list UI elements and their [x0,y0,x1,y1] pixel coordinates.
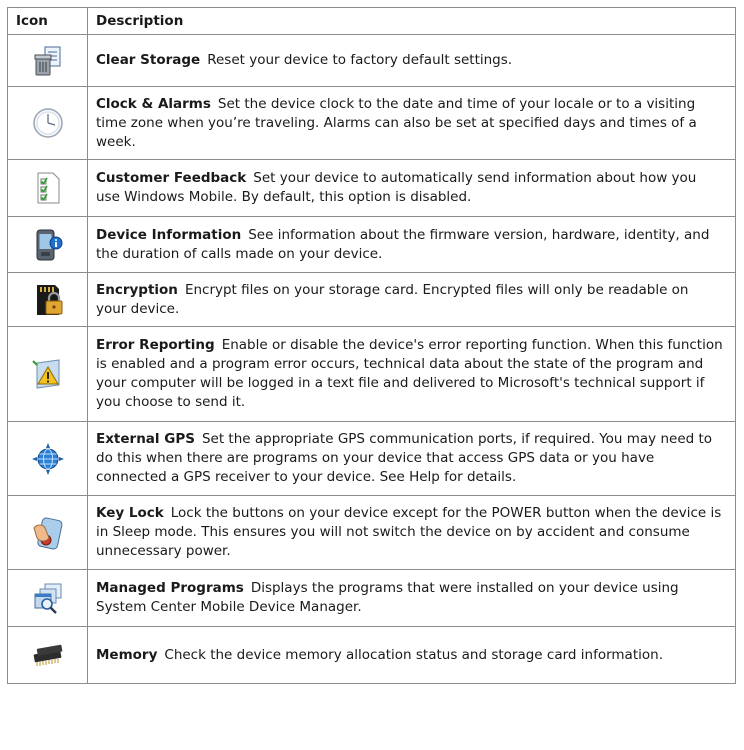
settings-table: Icon Description Clear Storage Reset you… [7,7,736,684]
table-row: Key Lock Lock the buttons on your device … [7,495,736,570]
row-title: Key Lock [96,505,164,521]
managed-programs-icon [31,581,65,615]
table-row: External GPS Set the appropriate GPS comm… [7,421,736,496]
row-title: Device Information [96,226,242,243]
row-description: Reset your device to factory default set… [207,52,513,68]
table-row: Managed Programs Displays the programs th… [7,569,736,627]
external-gps-icon [31,442,65,476]
row-description: Lock the buttons on your device except f… [96,505,722,559]
table-row: Customer Feedback Set your device to auto… [7,159,736,217]
table-header-row: Icon Description [7,7,736,35]
description-column-header: Description [87,7,736,35]
row-title: Memory [96,646,158,663]
icon-column-header: Icon [7,7,88,35]
row-title: Managed Programs [96,580,244,596]
table-row: Error Reporting Enable or disable the dev… [7,326,736,422]
encryption-icon [31,283,65,317]
customer-feedback-icon [31,171,65,205]
row-title: Clock & Alarms [96,95,211,112]
error-reporting-icon [31,357,65,391]
table-row: Device Information See information about … [7,216,736,273]
table-row: Clock & Alarms Set the device clock to th… [7,86,736,160]
clock-icon [31,106,65,140]
row-title: Encryption [96,281,178,298]
row-title: Customer Feedback [96,170,247,186]
memory-icon [31,638,65,672]
key-lock-icon [31,516,65,550]
device-information-icon [31,228,65,262]
row-description: Encrypt files on your storage card. Encr… [96,281,689,317]
row-title: External GPS [96,431,195,447]
row-description: Check the device memory allocation statu… [164,646,663,663]
table-row: Encryption Encrypt files on your storage … [7,272,736,327]
row-title: Clear Storage [96,52,201,68]
row-title: Error Reporting [96,337,215,353]
table-row: Clear Storage Reset your device to factor… [7,34,736,87]
table-row: Memory Check the device memory allocation… [7,626,736,684]
clear-storage-icon [31,44,65,78]
